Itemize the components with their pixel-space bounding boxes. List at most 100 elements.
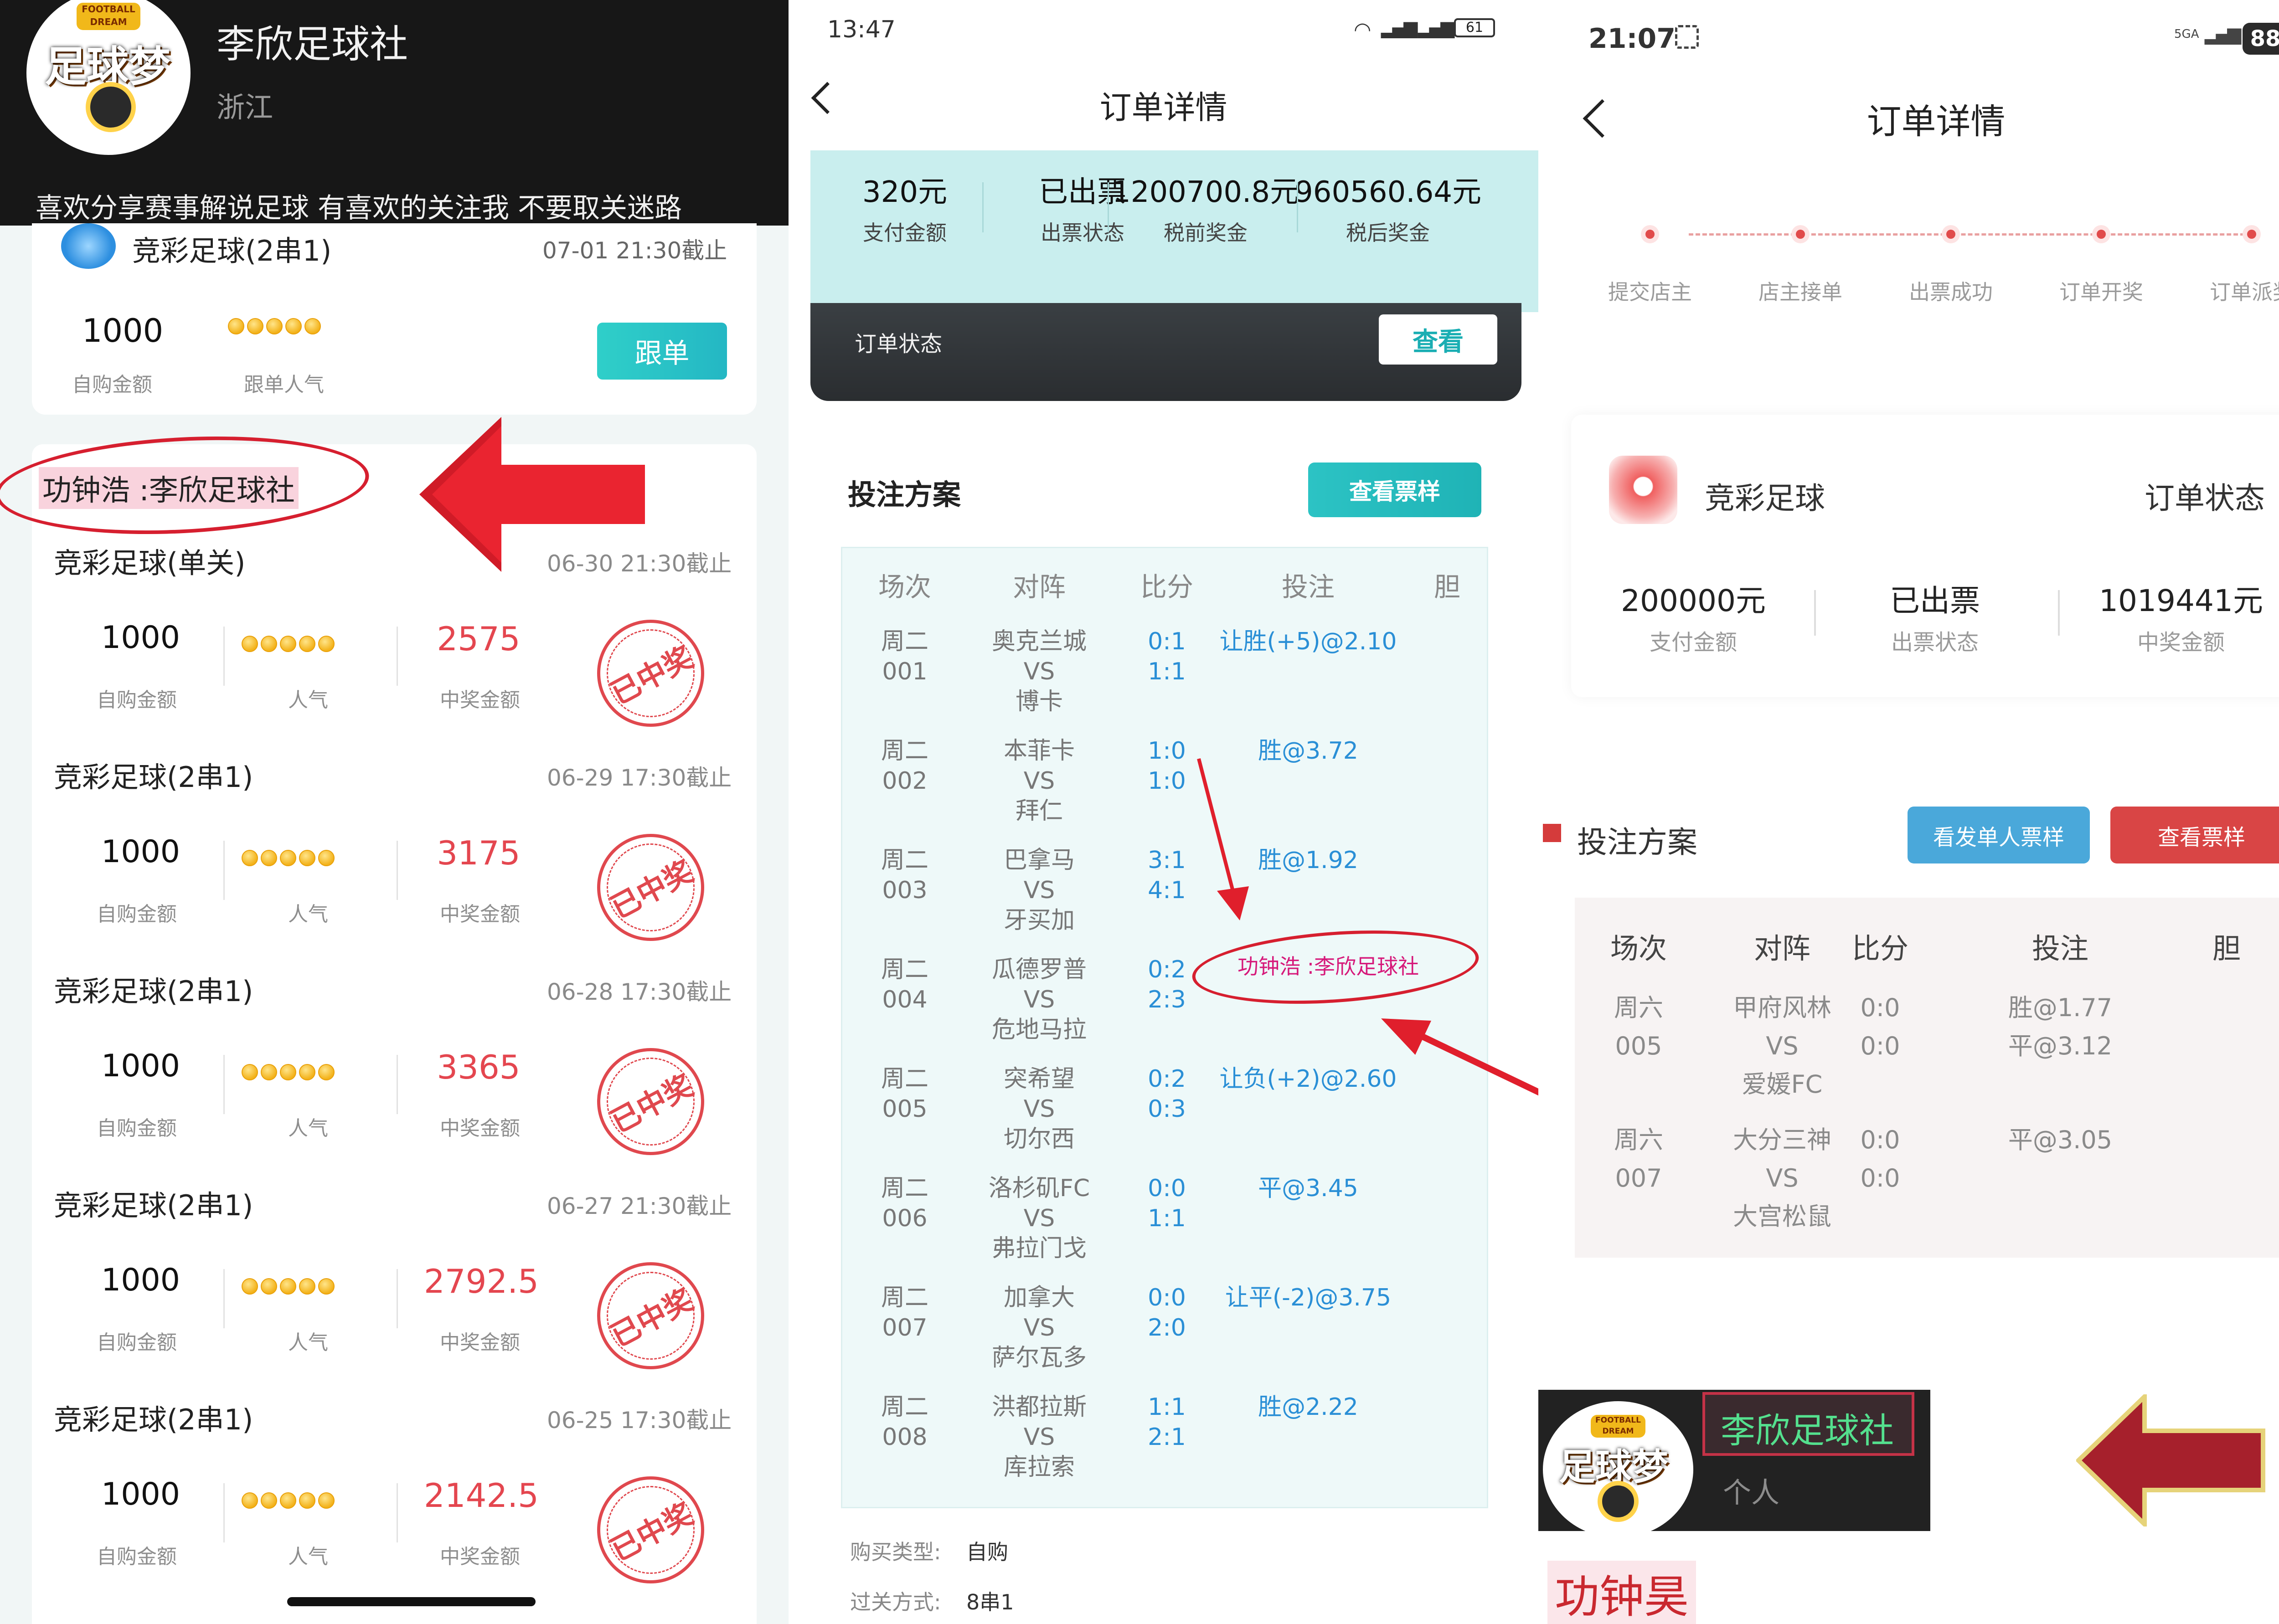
vs-label: VS bbox=[1023, 1424, 1055, 1451]
bet-pick: 平@3.05 bbox=[2008, 1125, 2113, 1154]
status-time: 13:47 bbox=[827, 16, 896, 43]
coin-icon bbox=[318, 850, 335, 866]
divider bbox=[223, 627, 225, 686]
score-full: 1:0 bbox=[1148, 767, 1186, 795]
pass-method-value: 8串1 bbox=[966, 1590, 1014, 1614]
winning-stamp: 已中奖 bbox=[597, 834, 704, 941]
coin-icon bbox=[280, 1064, 296, 1080]
view-sender-ticket-button[interactable]: 看发单人票样 bbox=[1908, 807, 2090, 863]
score-full: 2:3 bbox=[1148, 986, 1186, 1013]
score-full: 0:0 bbox=[1860, 1164, 1900, 1192]
score-half: 0:2 bbox=[1148, 956, 1186, 983]
view-button[interactable]: 查看 bbox=[1379, 314, 1497, 365]
home-team: 洛杉矶FC bbox=[988, 1175, 1090, 1202]
win-amount: 3175 bbox=[437, 834, 521, 872]
bet-pick: 胜@1.77 bbox=[2008, 993, 2113, 1022]
column-header: 对阵 bbox=[1012, 571, 1066, 602]
column-header: 场次 bbox=[878, 571, 931, 602]
battery-icon: 88 bbox=[2243, 23, 2279, 55]
score-half: 0:1 bbox=[1148, 628, 1186, 655]
wifi-icon: ◠ bbox=[1354, 18, 1372, 41]
coin-icon bbox=[261, 636, 277, 652]
bet-pick: 让负(+2)@2.60 bbox=[1219, 1065, 1397, 1093]
order-status-title: 订单状态 bbox=[2145, 481, 2265, 516]
winning-stamp: 已中奖 bbox=[597, 1476, 704, 1583]
coin-icon bbox=[242, 1492, 258, 1509]
divider bbox=[223, 1269, 225, 1328]
match-day: 周二 bbox=[881, 1284, 928, 1311]
self-amount-label: 自购金额 bbox=[72, 373, 152, 396]
follow-order-card: 竞彩足球(2串1) 07-01 21:30截止 1000 自购金额 跟单人气 跟… bbox=[32, 223, 757, 415]
coin-icon bbox=[242, 1064, 258, 1080]
match-no: 006 bbox=[882, 1205, 928, 1232]
column-header: 胆 bbox=[1433, 571, 1460, 602]
popularity-coins bbox=[242, 1278, 337, 1296]
divider bbox=[397, 1269, 398, 1328]
score-half: 1:1 bbox=[1148, 1393, 1186, 1421]
column-header: 胆 bbox=[2212, 932, 2241, 965]
column-header: 场次 bbox=[1610, 932, 1667, 965]
caption-label: 功钟昊 bbox=[1547, 1561, 1696, 1624]
column-header: 比分 bbox=[1140, 571, 1193, 602]
coin-icon bbox=[261, 1492, 277, 1509]
summary-value: 960560.64元 bbox=[1294, 175, 1482, 209]
step-label: 店主接单 bbox=[1758, 280, 1842, 304]
away-team: 牙买加 bbox=[1003, 907, 1075, 934]
coin-icon bbox=[299, 636, 315, 652]
coin-icon bbox=[299, 1064, 315, 1080]
away-team: 博卡 bbox=[1015, 688, 1063, 715]
coin-icon bbox=[261, 1064, 277, 1080]
score-full: 1:1 bbox=[1148, 658, 1186, 685]
summary-divider bbox=[2058, 590, 2060, 636]
column-header: 投注 bbox=[2032, 932, 2088, 965]
win-amount-label: 中奖金额 bbox=[440, 1331, 520, 1354]
order-amount: 1000 bbox=[101, 1476, 180, 1512]
home-team: 加拿大 bbox=[1003, 1284, 1075, 1311]
signal-icon: ▂▄▆ ▂▄▆ bbox=[1381, 17, 1454, 38]
match-day: 周六 bbox=[1614, 993, 1663, 1022]
divider bbox=[397, 1483, 398, 1542]
popularity-coins bbox=[242, 636, 337, 654]
bet-pick: 让平(-2)@3.75 bbox=[1225, 1284, 1392, 1311]
step-dot-icon bbox=[2243, 225, 2261, 243]
view-ticket-button[interactable]: 查看票样 bbox=[2110, 807, 2279, 863]
page-title: 订单详情 bbox=[1099, 89, 1227, 126]
coin-icon bbox=[318, 1278, 335, 1295]
view-ticket-button[interactable]: 查看票样 bbox=[1308, 463, 1481, 517]
order-amount: 1000 bbox=[101, 834, 180, 870]
away-team: 弗拉门戈 bbox=[991, 1235, 1087, 1262]
card-deadline: 07-01 21:30截止 bbox=[542, 237, 727, 264]
coin-icon bbox=[261, 850, 277, 866]
win-amount: 3365 bbox=[437, 1048, 521, 1086]
profile-name: 李欣足球社 bbox=[217, 22, 408, 67]
signal-icon: ▂▄▆ bbox=[2205, 24, 2241, 45]
divider bbox=[223, 1055, 225, 1114]
win-amount: 2142.5 bbox=[424, 1476, 539, 1515]
red-arrow-left bbox=[2076, 1394, 2265, 1526]
stamp-text: 已中奖 bbox=[605, 640, 699, 711]
lottery-icon bbox=[1609, 456, 1677, 524]
step-label: 订单派奖 bbox=[2210, 280, 2279, 304]
step-dot-icon bbox=[2092, 225, 2110, 243]
order-detail-screen-a: 13:47 ◠ ▂▄▆ ▂▄▆ 61 订单详情 订单状态 查看 投注方案 查看票… bbox=[789, 0, 1538, 1624]
progress-track bbox=[1689, 233, 2245, 236]
match-day: 周二 bbox=[881, 847, 928, 874]
score-full: 4:1 bbox=[1148, 877, 1186, 904]
order-status-label: 订单状态 bbox=[855, 331, 943, 357]
plan-title: 投注方案 bbox=[848, 478, 961, 511]
away-team: 拜仁 bbox=[1015, 797, 1063, 825]
win-amount-label: 中奖金额 bbox=[440, 903, 520, 926]
match-day: 周二 bbox=[881, 737, 928, 765]
coin-icon bbox=[242, 636, 258, 652]
follow-button[interactable]: 跟单 bbox=[597, 323, 727, 380]
profile-location: 浙江 bbox=[217, 91, 273, 124]
vs-label: VS bbox=[1023, 1314, 1055, 1341]
popularity-label: 人气 bbox=[288, 903, 328, 926]
popularity-label: 人气 bbox=[288, 689, 328, 712]
step-dot-icon bbox=[1942, 225, 1960, 243]
match-day: 周六 bbox=[1614, 1125, 1663, 1154]
score-full: 0:0 bbox=[1860, 1032, 1900, 1060]
order-amount: 1000 bbox=[101, 620, 180, 656]
order-deadline: 06-25 17:30截止 bbox=[547, 1407, 732, 1434]
match-no: 007 bbox=[882, 1314, 928, 1341]
